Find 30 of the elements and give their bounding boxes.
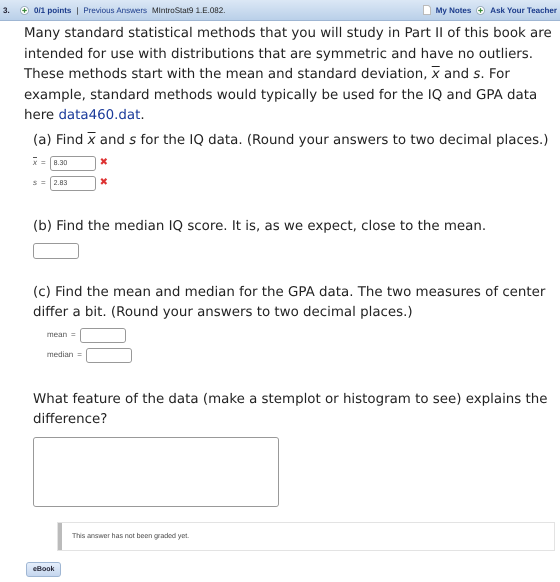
question-prompt: (b) Find the median IQ score. It is, as we expect, close to the mean. <box>33 218 488 236</box>
ask-teacher-link[interactable]: Ask Your Teacher <box>490 6 557 14</box>
answer-field[interactable] <box>80 328 126 343</box>
question-prompt: (a) Find x and s for the IQ data. (Round your answers to two decimal places.) <box>33 132 550 150</box>
question-prompt: (c) Find the mean and median for the GPA data. The two measures of center differ a bit. (Round your answers to two decimal places.) <box>33 284 546 322</box>
answer-field[interactable] <box>86 348 132 363</box>
field-label: x <box>33 156 37 169</box>
equals-sign: = <box>71 329 76 342</box>
wrong-mark-icon: ✖ <box>100 178 108 188</box>
my-notes-link[interactable]: My Notes <box>436 6 472 14</box>
document-icon <box>422 5 431 15</box>
question-number: 3. <box>3 6 11 14</box>
equals-sign: = <box>41 176 46 189</box>
intro-paragraph: Many standard statistical methods that you will study in Part II of this book are intended for use with distributions that are symmetric and have no outliers. These methods start with the mean and standard deviation, x and s. For example, standard methods would typically be used for the IQ and GPA data here data460.dat. <box>24 25 553 125</box>
question-prompt: What feature of the data (make a stemplot or histogram to see) explains the difference? <box>33 390 548 429</box>
question-code: MIntroStat9 1.E.082. <box>152 6 226 14</box>
answer-field[interactable] <box>33 242 79 258</box>
wrong-mark-icon: ✖ <box>100 158 108 168</box>
field-label: median <box>47 349 74 362</box>
field-label: mean <box>47 329 68 342</box>
plus-circle-icon <box>20 6 29 14</box>
separator-text: | <box>76 6 78 14</box>
plus-circle-icon <box>476 6 486 14</box>
equals-sign: = <box>41 156 46 169</box>
previous-answers-link[interactable]: Previous Answers <box>83 6 148 14</box>
answer-text-area[interactable] <box>33 436 279 506</box>
equals-sign: = <box>77 349 82 362</box>
field-label: s <box>33 176 37 189</box>
data-file-link[interactable]: data460.dat <box>58 108 140 123</box>
points-text: 0/1 points <box>34 6 72 14</box>
